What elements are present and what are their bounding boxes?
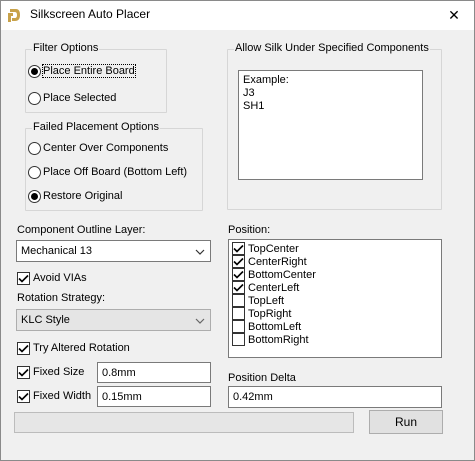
checkmark-icon — [18, 368, 29, 377]
fixed-size-value: 0.8mm — [102, 366, 136, 379]
run-button[interactable]: Run — [369, 410, 443, 434]
checkmark-icon — [233, 283, 244, 292]
radio-indicator — [28, 141, 41, 155]
close-button[interactable]: ✕ — [434, 1, 474, 29]
checkbox-label: Avoid VIAs — [33, 272, 87, 284]
title-bar: Silkscreen Auto Placer ✕ — [1, 1, 474, 30]
avoid-vias-checkbox[interactable]: Avoid VIAs — [17, 270, 87, 286]
failed-placement-group: Failed Placement Options Center Over Com… — [25, 121, 203, 211]
allow-silk-legend: Allow Silk Under Specified Components — [234, 42, 430, 54]
position-option[interactable]: TopCenter — [232, 242, 444, 255]
position-option[interactable]: BottomLeft — [232, 320, 444, 333]
allow-silk-textarea[interactable]: Example: J3 SH1 — [238, 70, 423, 180]
outline-layer-value: Mechanical 13 — [21, 245, 92, 257]
checkbox-label: Fixed Size — [33, 366, 85, 378]
allow-silk-group: Allow Silk Under Specified Components Ex… — [227, 42, 442, 210]
position-delta-input[interactable]: 0.42mm — [228, 386, 442, 408]
position-option[interactable]: BottomRight — [232, 333, 444, 346]
position-option-label: CenterLeft — [248, 281, 300, 294]
radio-label: Place Selected — [43, 92, 117, 104]
checkbox-box — [232, 268, 245, 281]
checkmark-icon — [18, 344, 29, 353]
checkbox-box — [17, 365, 30, 379]
radio-selected-indicator — [28, 64, 41, 78]
run-button-label: Run — [394, 415, 417, 429]
checkbox-box — [232, 255, 245, 268]
checkmark-icon — [18, 274, 29, 283]
checkbox-box — [232, 333, 245, 346]
radio-label: Restore Original — [43, 190, 123, 202]
position-option-label: BottomRight — [248, 333, 309, 346]
fixed-size-checkbox[interactable]: Fixed Size — [17, 364, 84, 380]
radio-selected-indicator — [28, 189, 41, 203]
progress-bar — [14, 412, 354, 433]
radio-label: Center Over Components — [43, 142, 169, 154]
radio-indicator — [28, 165, 41, 179]
memo-line: J3 — [243, 87, 255, 99]
fixed-width-input[interactable]: 0.15mm — [97, 386, 211, 407]
rotation-strategy-label: Rotation Strategy: — [17, 292, 106, 304]
radio-label: Place Entire Board — [42, 64, 136, 78]
radio-indicator — [28, 91, 41, 105]
position-option[interactable]: TopLeft — [232, 294, 444, 307]
fixed-size-input[interactable]: 0.8mm — [97, 362, 211, 383]
fixed-width-value: 0.15mm — [102, 390, 142, 403]
radio-place-off-board[interactable]: Place Off Board (Bottom Left) — [28, 164, 187, 180]
radio-place-entire-board[interactable]: Place Entire Board — [28, 63, 136, 79]
checkbox-label: Fixed Width — [33, 390, 92, 402]
close-icon: ✕ — [448, 6, 460, 23]
radio-restore-original[interactable]: Restore Original — [28, 188, 122, 204]
checkbox-box — [232, 320, 245, 333]
position-option-label: BottomLeft — [248, 320, 302, 333]
checkmark-icon — [18, 392, 29, 401]
position-option[interactable]: BottomCenter — [232, 268, 444, 281]
radio-center-over-components[interactable]: Center Over Components — [28, 140, 168, 156]
window-title: Silkscreen Auto Placer — [30, 7, 151, 21]
outline-layer-select[interactable]: Mechanical 13 — [16, 240, 211, 262]
position-checklist[interactable]: TopCenter CenterRight BottomCenter CenterLe… — [228, 239, 442, 358]
position-option-label: TopCenter — [248, 242, 299, 255]
checkmark-icon — [233, 270, 244, 279]
rotation-strategy-value: KLC Style — [21, 314, 70, 326]
checkbox-box — [232, 242, 245, 255]
outline-layer-label: Component Outline Layer: — [17, 224, 146, 236]
checkbox-box — [17, 389, 30, 403]
position-option[interactable]: TopRight — [232, 307, 444, 320]
chevron-down-icon — [195, 316, 205, 328]
checkbox-box — [17, 271, 30, 285]
position-option-label: BottomCenter — [248, 268, 316, 281]
fixed-width-checkbox[interactable]: Fixed Width — [17, 388, 91, 404]
position-option[interactable]: CenterRight — [232, 255, 444, 268]
position-option-label: CenterRight — [248, 255, 307, 268]
checkmark-icon — [233, 257, 244, 266]
app-logo-icon — [7, 7, 21, 23]
radio-label: Place Off Board (Bottom Left) — [43, 166, 188, 178]
filter-options-group: Filter Options Place Entire Board Place … — [25, 42, 167, 113]
radio-place-selected[interactable]: Place Selected — [28, 90, 116, 106]
checkbox-box — [232, 294, 245, 307]
memo-line: Example: — [243, 74, 289, 86]
checkmark-icon — [233, 244, 244, 253]
rotation-strategy-select[interactable]: KLC Style — [16, 309, 211, 331]
checkbox-label: Try Altered Rotation — [33, 342, 130, 354]
checkbox-box — [232, 281, 245, 294]
position-option[interactable]: CenterLeft — [232, 281, 444, 294]
silkscreen-placer-window: Silkscreen Auto Placer ✕ Filter Options … — [0, 0, 475, 461]
position-option-label: TopLeft — [248, 294, 285, 307]
position-option-label: TopRight — [248, 307, 292, 320]
position-delta-value: 0.42mm — [233, 391, 273, 403]
failed-placement-legend: Failed Placement Options — [32, 121, 160, 133]
position-delta-label: Position Delta — [228, 372, 296, 384]
filter-options-legend: Filter Options — [32, 42, 100, 54]
position-label: Position: — [228, 224, 271, 236]
try-altered-rotation-checkbox[interactable]: Try Altered Rotation — [17, 340, 130, 356]
checkbox-box — [17, 341, 30, 355]
chevron-down-icon — [195, 247, 205, 259]
checkbox-box — [232, 307, 245, 320]
memo-line: SH1 — [243, 100, 265, 112]
